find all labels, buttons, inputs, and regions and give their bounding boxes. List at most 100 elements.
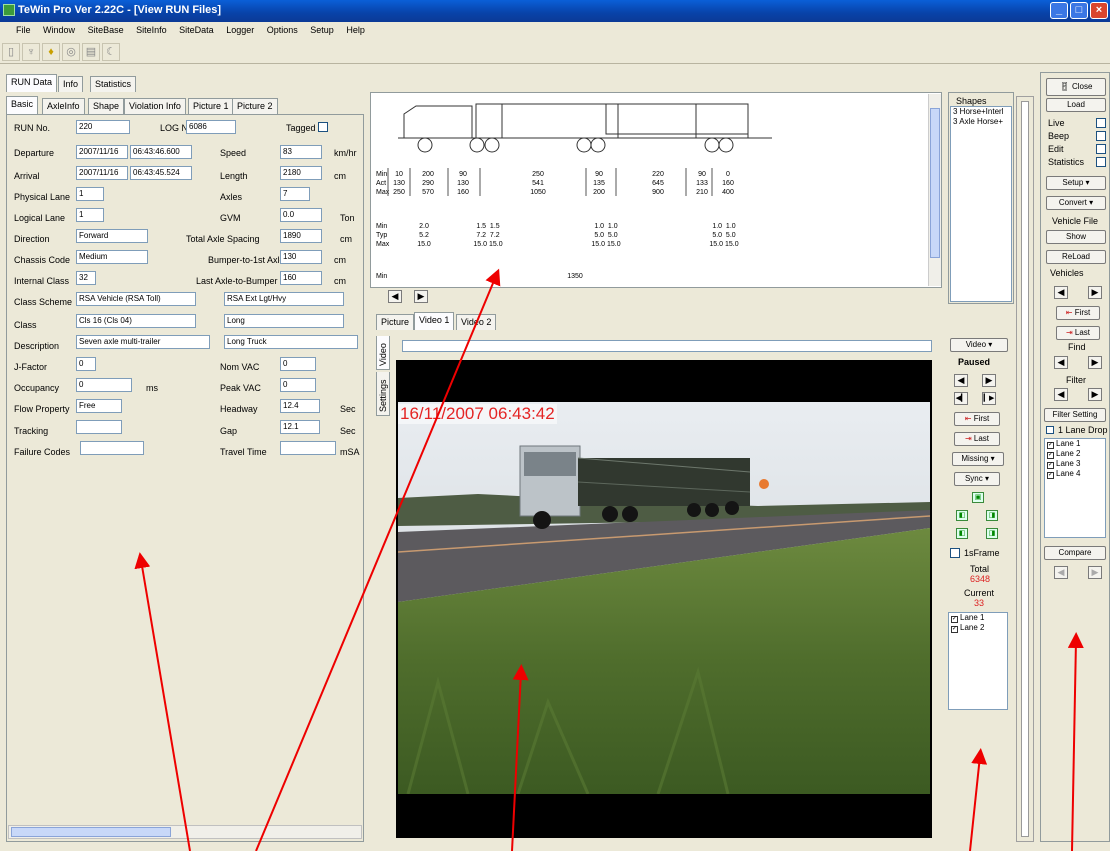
video-dropdown-button[interactable]: Video ▾ — [950, 338, 1008, 352]
tab-side-settings[interactable]: Settings — [376, 372, 390, 416]
live-checkbox[interactable] — [1096, 118, 1106, 128]
filter-setting-button[interactable]: Filter Setting — [1044, 408, 1106, 422]
vehicle-lane-item-2[interactable]: ✓ Lane 2 — [1045, 449, 1105, 459]
tab-run-data[interactable]: RUN Data — [6, 74, 58, 92]
class-field[interactable]: Cls 16 (Cls 04) — [76, 314, 196, 328]
menu-siteinfo[interactable]: SiteInfo — [131, 22, 172, 35]
sync-left-icon[interactable]: ◧ — [956, 510, 968, 521]
occupancy-field[interactable]: 0 — [76, 378, 132, 392]
axles-field[interactable]: 7 — [280, 187, 310, 201]
arrival-time-field[interactable]: 06:43:45.524 — [130, 166, 192, 180]
video-scrub-bar[interactable] — [402, 340, 932, 352]
failure-codes-field[interactable] — [80, 441, 144, 455]
axle-next-button[interactable]: ▶ — [414, 290, 428, 303]
menu-window[interactable]: Window — [38, 22, 80, 35]
lightbulb-icon[interactable]: ♦ — [42, 43, 60, 61]
menu-sitebase[interactable]: SiteBase — [83, 22, 129, 35]
main-vscrollbar[interactable] — [1016, 96, 1034, 842]
vehicle-next-button[interactable]: ▶ — [1088, 286, 1102, 299]
show-button[interactable]: Show — [1046, 230, 1106, 244]
video-lane-list[interactable]: ✓ Lane 1 ✓ Lane 2 — [948, 612, 1008, 710]
compare-next-button[interactable]: ▶ — [1088, 566, 1102, 579]
menu-help[interactable]: Help — [341, 22, 370, 35]
menu-sitedata[interactable]: SiteData — [174, 22, 219, 35]
peakvac-field[interactable]: 0 — [280, 378, 316, 392]
class-2-field[interactable]: Long — [224, 314, 344, 328]
shapes-list[interactable]: 3 Horse+Interl 3 Axle Horse+ — [950, 106, 1012, 302]
sync-left-2-icon[interactable]: ◧ — [956, 528, 968, 539]
vehicle-lane-item-3[interactable]: ✓ Lane 3 — [1045, 459, 1105, 469]
internal-class-field[interactable]: 32 — [76, 271, 96, 285]
tab-picture-1[interactable]: Picture 1 — [188, 98, 234, 114]
tab-picture-2[interactable]: Picture 2 — [232, 98, 278, 114]
vehicle-lane-item-1[interactable]: ✓ Lane 1 — [1045, 439, 1105, 449]
departure-date-field[interactable]: 2007/11/16 — [76, 145, 128, 159]
tab-shape[interactable]: Shape — [88, 98, 125, 114]
sync-center-icon[interactable]: ▣ — [972, 492, 984, 503]
statistics-checkbox[interactable] — [1096, 157, 1106, 167]
shape-item-2[interactable]: 3 Axle Horse+ — [951, 117, 1011, 127]
axle-prev-button[interactable]: ◀ — [388, 290, 402, 303]
close-button[interactable]: 🚪︎ Close — [1046, 78, 1106, 96]
filter-next-button[interactable]: ▶ — [1088, 388, 1102, 401]
physical-lane-field[interactable]: 1 — [76, 187, 104, 201]
jfactor-field[interactable]: 0 — [76, 357, 96, 371]
travel-time-field[interactable] — [280, 441, 336, 455]
maximize-button[interactable]: □ — [1070, 2, 1088, 19]
tab-picture[interactable]: Picture — [376, 314, 415, 330]
headway-field[interactable]: 12.4 — [280, 399, 320, 413]
tab-violation-info[interactable]: Violation Info — [124, 98, 186, 114]
bumper-field[interactable]: 130 — [280, 250, 322, 264]
moon-icon[interactable]: ☾ — [102, 43, 120, 61]
minimize-button[interactable]: _ — [1050, 2, 1068, 19]
beep-checkbox[interactable] — [1096, 131, 1106, 141]
vehicle-lane-list[interactable]: ✓ Lane 1 ✓ Lane 2 ✓ Lane 3 ✓ Lane 4 — [1044, 438, 1106, 538]
gap-field[interactable]: 12.1 — [280, 420, 320, 434]
lane-drop-checkbox[interactable] — [1046, 426, 1054, 434]
last-axle-field[interactable]: 160 — [280, 271, 322, 285]
tab-basic[interactable]: Basic — [6, 96, 39, 114]
tracking-field[interactable] — [76, 420, 122, 434]
run-no-field[interactable]: 220 — [76, 120, 130, 134]
oneframe-checkbox[interactable] — [950, 548, 960, 558]
tool-icon-4[interactable]: ◎ — [62, 43, 80, 61]
sync-dropdown-button[interactable]: Sync ▾ — [954, 472, 1000, 486]
menu-setup[interactable]: Setup — [305, 22, 339, 35]
departure-time-field[interactable]: 06:43:46.600 — [130, 145, 192, 159]
axle-vscrollbar[interactable] — [928, 94, 941, 286]
compare-prev-button[interactable]: ◀ — [1054, 566, 1068, 579]
menu-logger[interactable]: Logger — [221, 22, 259, 35]
video-last-button[interactable]: ⇥ Last — [954, 432, 1000, 446]
menu-options[interactable]: Options — [262, 22, 303, 35]
class-scheme-field[interactable]: RSA Vehicle (RSA Toll) — [76, 292, 196, 306]
load-button[interactable]: Load — [1046, 98, 1106, 112]
find-prev-button[interactable]: ◀ — [1054, 356, 1068, 369]
video-step-forward-button[interactable]: ▎▶ — [982, 392, 996, 405]
edit-checkbox[interactable] — [1096, 144, 1106, 154]
basic-hscrollbar[interactable] — [8, 825, 362, 839]
description-field[interactable]: Seven axle multi-trailer — [76, 335, 210, 349]
setup-dropdown-button[interactable]: Setup ▾ — [1046, 176, 1106, 190]
reload-button[interactable]: ReLoad — [1046, 250, 1106, 264]
tab-statistics[interactable]: Statistics — [90, 76, 137, 92]
arrival-date-field[interactable]: 2007/11/16 — [76, 166, 128, 180]
logical-lane-field[interactable]: 1 — [76, 208, 104, 222]
chassis-code-field[interactable]: Medium — [76, 250, 148, 264]
close-window-button[interactable]: × — [1090, 2, 1108, 19]
find-next-button[interactable]: ▶ — [1088, 356, 1102, 369]
shape-item-1[interactable]: 3 Horse+Interl — [951, 107, 1011, 117]
video-prev-button[interactable]: ◀ — [954, 374, 968, 387]
tab-info[interactable]: Info — [58, 76, 84, 92]
tab-video-1[interactable]: Video 1 — [414, 312, 455, 330]
flow-field[interactable]: Free — [76, 399, 122, 413]
menu-file[interactable]: File — [0, 22, 36, 35]
gvm-field[interactable]: 0.0 — [280, 208, 322, 222]
compare-button[interactable]: Compare — [1044, 546, 1106, 560]
vehicle-last-button[interactable]: ⇥ Last — [1056, 326, 1100, 340]
direction-field[interactable]: Forward — [76, 229, 148, 243]
class-scheme-2-field[interactable]: RSA Ext Lgt/Hvy — [224, 292, 344, 306]
tagged-checkbox[interactable] — [318, 122, 328, 132]
vehicle-prev-button[interactable]: ◀ — [1054, 286, 1068, 299]
sync-right-icon[interactable]: ◨ — [986, 510, 998, 521]
missing-dropdown-button[interactable]: Missing ▾ — [952, 452, 1004, 466]
